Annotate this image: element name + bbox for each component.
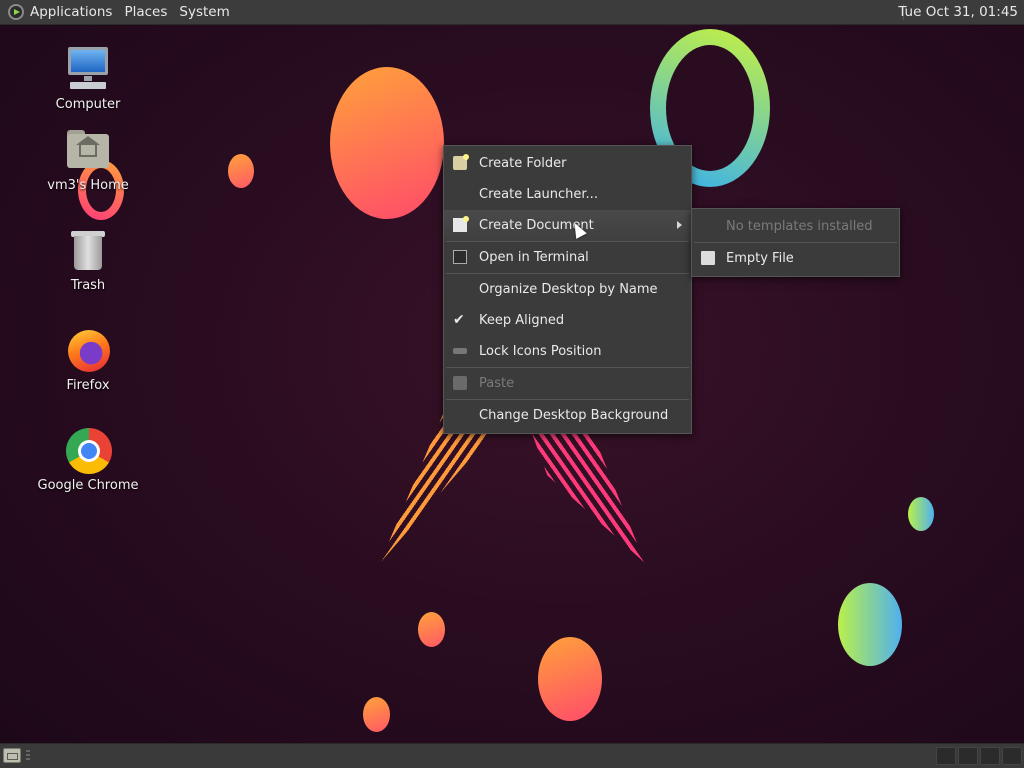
wallpaper-shape — [908, 497, 934, 531]
menu-item-label: Organize Desktop by Name — [479, 282, 658, 297]
wallpaper-shape — [330, 67, 444, 219]
top-panel: Applications Places System Tue Oct 31, 0… — [0, 0, 1024, 25]
menu-item-create-launcher[interactable]: Create Launcher... — [444, 179, 691, 210]
applications-menu[interactable]: Applications — [0, 0, 118, 24]
panel-grip[interactable] — [26, 750, 30, 762]
menu-item-label: No templates installed — [726, 219, 873, 234]
wallpaper-shape — [838, 583, 902, 666]
lock-icon — [453, 348, 467, 354]
menu-item-open-terminal[interactable]: Open in Terminal — [444, 242, 691, 273]
chevron-right-icon — [677, 221, 682, 229]
bottom-panel — [0, 743, 1024, 768]
menu-item-organize-desktop[interactable]: Organize Desktop by Name — [444, 274, 691, 305]
folder-new-icon — [453, 154, 469, 170]
menu-item-label: Lock Icons Position — [479, 344, 602, 359]
workspace-switcher-1[interactable] — [936, 747, 956, 765]
desktop-icon-label: vm3's Home — [47, 178, 129, 193]
menu-item-label: Create Folder — [479, 156, 567, 171]
desktop-icon-firefox[interactable]: Firefox — [33, 326, 143, 393]
menu-item-create-document[interactable]: Create Document — [444, 210, 691, 241]
menu-item-label: Paste — [479, 376, 515, 391]
computer-icon — [64, 45, 112, 93]
home-folder-icon — [64, 126, 112, 174]
desktop-context-menu: Create Folder Create Launcher... Create … — [443, 145, 692, 434]
menu-item-label: Open in Terminal — [479, 250, 589, 265]
desktop-icon-home[interactable]: vm3's Home — [33, 126, 143, 193]
desktop-icon-chrome[interactable]: Google Chrome — [33, 426, 143, 493]
firefox-icon — [64, 326, 112, 374]
chrome-icon — [64, 426, 112, 474]
desktop-icon-trash[interactable]: Trash — [33, 226, 143, 293]
menu-item-lock-icons[interactable]: Lock Icons Position — [444, 336, 691, 367]
desktop-icon-label: Computer — [55, 97, 121, 112]
distro-logo-icon — [8, 4, 24, 20]
menu-item-label: Create Launcher... — [479, 187, 598, 202]
applications-menu-label: Applications — [30, 4, 113, 20]
menu-item-label: Change Desktop Background — [479, 408, 669, 423]
submenu-item-empty-file[interactable]: Empty File — [692, 243, 899, 274]
terminal-icon — [453, 250, 467, 264]
desktop-icon-label: Google Chrome — [37, 478, 139, 493]
wallpaper-shape — [228, 154, 254, 188]
menu-item-create-folder[interactable]: Create Folder — [444, 148, 691, 179]
workspace-switcher-2[interactable] — [958, 747, 978, 765]
trash-icon — [64, 226, 112, 274]
submenu-item-no-templates: No templates installed — [692, 211, 899, 242]
menu-item-paste: Paste — [444, 368, 691, 399]
show-desktop-icon[interactable] — [3, 748, 21, 763]
paste-icon — [453, 376, 467, 390]
workspace-switcher-3[interactable] — [980, 747, 1000, 765]
file-icon — [701, 251, 715, 265]
document-new-icon — [453, 216, 469, 232]
create-document-submenu: No templates installed Empty File — [691, 208, 900, 277]
menu-item-change-background[interactable]: Change Desktop Background — [444, 400, 691, 431]
desktop-icon-label: Trash — [70, 278, 106, 293]
menu-item-label: Keep Aligned — [479, 313, 565, 328]
system-menu[interactable]: System — [173, 0, 235, 24]
menu-item-keep-aligned[interactable]: ✔ Keep Aligned — [444, 305, 691, 336]
wallpaper-stripes — [530, 428, 645, 563]
desktop-icon-label: Firefox — [66, 378, 110, 393]
wallpaper-shape — [363, 697, 390, 732]
wallpaper-shape — [538, 637, 602, 721]
clock[interactable]: Tue Oct 31, 01:45 — [892, 0, 1020, 24]
places-menu[interactable]: Places — [118, 0, 173, 24]
workspace-switcher-4[interactable] — [1002, 747, 1022, 765]
desktop-icon-computer[interactable]: Computer — [33, 45, 143, 112]
menu-item-label: Empty File — [726, 251, 794, 266]
wallpaper-shape — [418, 612, 445, 647]
check-icon: ✔ — [453, 312, 465, 328]
